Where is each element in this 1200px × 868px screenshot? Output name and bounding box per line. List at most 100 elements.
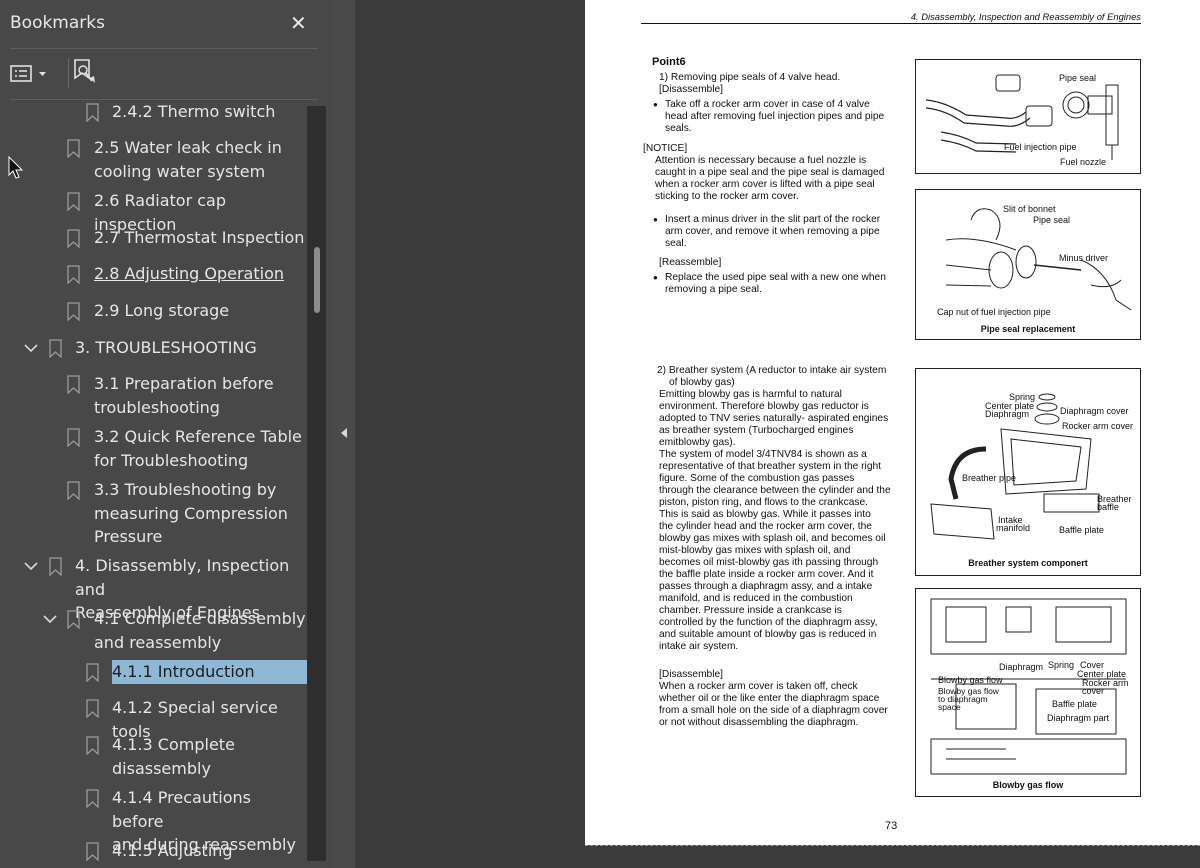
label-baffle-plate: Baffle plate bbox=[1052, 699, 1097, 709]
body-text-line: Attention is necessary because a fuel no… bbox=[655, 155, 867, 166]
label-rocker-arm-cover: Rocker arm cover bbox=[1062, 421, 1134, 431]
bookmark-label: 4.1 Complete disassembly bbox=[94, 609, 306, 628]
label-baffle-plate: Baffle plate bbox=[1059, 525, 1104, 535]
body-text-line: blowby gas mixes with splash oil, and be… bbox=[659, 533, 886, 544]
figure-caption: Breather system componert bbox=[968, 558, 1088, 568]
body-text-line: [Reassemble] bbox=[659, 257, 722, 268]
bookmark-item[interactable]: 3.2 Quick Reference Table for Troubleshoo… bbox=[94, 425, 302, 472]
label-fuel-injection-pipe: Fuel injection pipe bbox=[1004, 142, 1077, 152]
bookmark-item[interactable]: 3.1 Preparation before troubleshooting bbox=[94, 372, 274, 419]
figure-caption: Blowby gas flow bbox=[992, 780, 1064, 790]
bookmark-label: Pressure bbox=[94, 527, 163, 546]
label-minus-driver: Minus driver bbox=[1059, 253, 1109, 263]
bookmark-item[interactable]: 3.3 Troubleshooting by measuring Compress… bbox=[94, 478, 288, 549]
bookmark-label: 4.1.1 Introduction bbox=[112, 660, 307, 684]
bookmark-label: 2.7 Thermostat Inspection bbox=[94, 228, 305, 247]
bookmark-icon bbox=[86, 736, 99, 755]
bookmark-item[interactable]: 4.1.1 Introduction bbox=[112, 660, 307, 684]
body-text-line: mist-blowby gas mixes with splash oil, a… bbox=[659, 545, 851, 556]
label-space: space bbox=[938, 702, 961, 712]
pdf-page: 4. Disassembly, Inspection and Reassembl… bbox=[585, 0, 1200, 845]
body-text-line: representative of that breather system i… bbox=[659, 461, 881, 472]
body-text-line: of blowby gas) bbox=[669, 377, 735, 388]
point-heading: Point6 bbox=[652, 56, 686, 68]
bookmark-icon bbox=[86, 663, 99, 682]
body-text-line: This is said as blowby gas. While it pas… bbox=[659, 509, 871, 520]
label-slit-of-bonnet: Slit of bonnet bbox=[1003, 204, 1056, 214]
bookmark-label: 3.1 Preparation before bbox=[94, 374, 274, 393]
figure-pipe-seal: Pipe seal Fuel injection pipe Fuel nozzl… bbox=[915, 59, 1141, 174]
chevron-down-icon[interactable] bbox=[24, 343, 38, 353]
mouse-cursor-icon bbox=[8, 156, 24, 179]
find-current-bookmark-button[interactable] bbox=[72, 58, 98, 86]
body-text-line: ● Replace the used pipe seal with a new o… bbox=[653, 272, 886, 283]
scrollbar-thumb[interactable] bbox=[314, 247, 320, 313]
body-text-line: controlled by the function of the diaphr… bbox=[659, 617, 878, 628]
body-text-line: the cylinder head and the rocker arm cov… bbox=[659, 521, 872, 532]
body-text-line: piston, piston ring, and flows to the cr… bbox=[659, 497, 868, 508]
body-text-line: ● Take off a rocker arm cover in case of … bbox=[653, 99, 870, 110]
label-fuel-nozzle: Fuel nozzle bbox=[1060, 157, 1107, 167]
body-text-line: becomes oil mist-blowby gas ith passing … bbox=[659, 557, 879, 568]
toolbar-separator bbox=[68, 58, 69, 88]
bookmark-item[interactable]: 2.7 Thermostat Inspection bbox=[94, 226, 304, 250]
body-text-line: seals. bbox=[665, 123, 692, 134]
body-text-line: or not without disassembling the diaphra… bbox=[659, 717, 859, 728]
body-text-line: whether oil or the like enter the diaphr… bbox=[659, 693, 880, 704]
bookmark-icon bbox=[49, 339, 62, 358]
body-text-line: removing a pipe seal. bbox=[665, 284, 762, 295]
body-text-line: 1) Removing pipe seals of 4 valve head. bbox=[659, 72, 841, 83]
chevron-down-icon[interactable] bbox=[24, 561, 38, 571]
body-text-line: ● Insert a minus driver in the slit part … bbox=[653, 214, 881, 225]
label-pipe-seal: Pipe seal bbox=[1059, 73, 1097, 83]
pipe-seal-illustration bbox=[925, 74, 1119, 160]
bookmark-icon bbox=[67, 139, 80, 158]
bookmark-label: 3. TROUBLESHOOTING bbox=[75, 338, 257, 357]
body-text-line: from a small hole on the side of a diaph… bbox=[659, 705, 888, 716]
bookmark-item[interactable]: 2.9 Long storage bbox=[94, 299, 229, 323]
bookmark-label: 4. Disassembly, Inspection and bbox=[75, 556, 290, 599]
bookmark-label: cooling water system bbox=[94, 161, 266, 181]
bookmark-icon bbox=[67, 428, 80, 447]
bookmark-label: and reassembly bbox=[94, 632, 222, 652]
bookmark-item[interactable]: 3. TROUBLESHOOTING bbox=[75, 336, 257, 360]
bookmark-label: 4.1.4 Precautions before bbox=[112, 788, 251, 831]
bookmark-item[interactable]: 4.1.3 Complete disassembly bbox=[112, 733, 235, 780]
bookmark-icon bbox=[67, 229, 80, 248]
body-text-line: as breather system (Turbocharged engines bbox=[659, 425, 854, 436]
chevron-down-icon[interactable] bbox=[43, 614, 57, 624]
bookmark-item[interactable]: 2.8 Adjusting Operation bbox=[94, 262, 284, 286]
close-icon[interactable]: ✕ bbox=[290, 11, 307, 36]
bookmark-label: 2.4.2 Thermo switch bbox=[112, 102, 276, 121]
bookmark-icon bbox=[86, 842, 99, 861]
body-text-line: and suitable amount of blowby gas is red… bbox=[659, 629, 877, 640]
bookmark-label: 3.3 Troubleshooting by bbox=[94, 480, 277, 499]
bookmark-item[interactable]: 4.1 Complete disassembly and reassembly bbox=[94, 607, 306, 654]
body-text-line: caught in a pipe seal and the pipe seal … bbox=[655, 167, 885, 178]
list-options-icon bbox=[10, 65, 46, 82]
collapse-panel-icon[interactable] bbox=[339, 426, 349, 445]
scrollbar-track[interactable] bbox=[307, 106, 326, 861]
label-pipe-seal: Pipe seal bbox=[1033, 215, 1071, 225]
label-breather-pipe: Breather pipe bbox=[962, 473, 1017, 483]
panel-title: Bookmarks bbox=[10, 13, 105, 33]
bookmark-label: 2.9 Long storage bbox=[94, 301, 230, 320]
page-boundary bbox=[585, 845, 1200, 846]
bookmark-item[interactable]: 2.5 Water leak check in cooling water sys… bbox=[94, 136, 282, 183]
figure-breather-system: Spring Center plate Diaphragm Diaphragm … bbox=[915, 368, 1141, 576]
bookmark-item[interactable]: 4.1.5 Adjusting operation bbox=[112, 839, 307, 868]
body-text-line: The system of model 3/4TNV84 is shown as… bbox=[659, 449, 867, 460]
body-text-line: [NOTICE] bbox=[643, 143, 688, 154]
bookmark-icon bbox=[49, 557, 62, 576]
bookmark-options-button[interactable] bbox=[10, 62, 54, 84]
bookmark-icon bbox=[86, 103, 99, 122]
body-text-line: chamber. Pressure inside a crankcase is bbox=[659, 605, 842, 616]
body-text-line: emitblowby gas). bbox=[659, 437, 736, 448]
bookmark-item[interactable]: 2.4.2 Thermo switch bbox=[112, 100, 275, 124]
label-baffle: baffle bbox=[1097, 502, 1119, 512]
running-header: 4. Disassembly, Inspection and Reassembl… bbox=[910, 11, 1141, 22]
bookmark-label: 3.2 Quick Reference Table bbox=[94, 427, 302, 446]
label-manifold: manifold bbox=[996, 523, 1031, 533]
bookmark-label: for Troubleshooting bbox=[94, 450, 249, 470]
body-text-line: manifold, and is reduced in the combusti… bbox=[659, 593, 853, 604]
